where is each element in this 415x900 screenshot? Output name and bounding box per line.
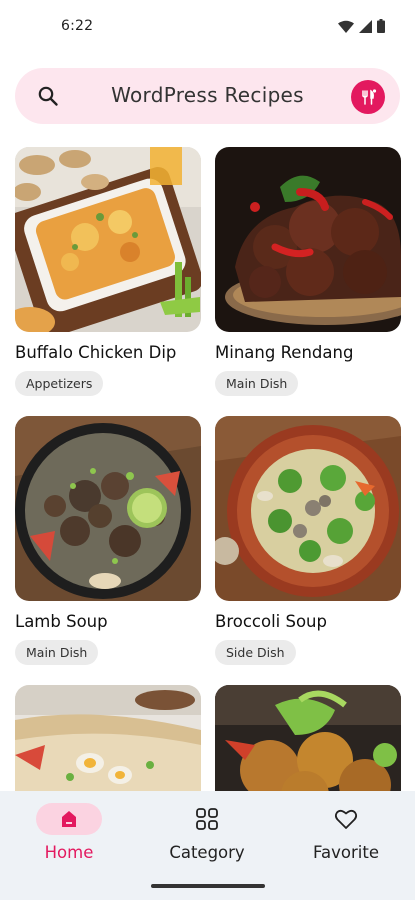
nav-label-favorite: Favorite	[313, 843, 379, 862]
nav-label-category: Category	[169, 843, 245, 862]
recipe-card-lamb-soup[interactable]: Lamb Soup Main Dish	[15, 416, 201, 665]
recipe-grid: Buffalo Chicken Dip Appetizers Minang Re…	[0, 0, 415, 900]
heart-icon	[334, 810, 358, 829]
recipe-category-tag[interactable]: Main Dish	[15, 640, 99, 665]
recipe-image[interactable]	[15, 416, 201, 601]
recipe-image[interactable]	[215, 147, 401, 332]
recipe-image[interactable]	[15, 147, 201, 332]
recipe-category-tag[interactable]: Appetizers	[15, 371, 104, 396]
recipe-name: Lamb Soup	[15, 612, 108, 631]
home-indicator[interactable]	[151, 884, 265, 888]
recipe-category-tag[interactable]: Main Dish	[215, 371, 299, 396]
recipe-name: Buffalo Chicken Dip	[15, 343, 177, 362]
nav-label-home: Home	[44, 843, 94, 862]
home-icon	[62, 811, 76, 827]
grid-icon	[196, 808, 218, 830]
nav-favorite-pill[interactable]	[313, 803, 379, 835]
nav-favorite[interactable]: Favorite	[286, 803, 406, 862]
nav-home-pill[interactable]	[36, 803, 102, 835]
nav-home[interactable]: Home	[9, 803, 129, 862]
recipe-name: Minang Rendang	[215, 343, 354, 362]
recipe-card-minang-rendang[interactable]: Minang Rendang Main Dish	[215, 147, 401, 396]
recipe-category-tag[interactable]: Side Dish	[215, 640, 296, 665]
recipe-image[interactable]	[215, 416, 401, 601]
recipe-card-buffalo-chicken-dip[interactable]: Buffalo Chicken Dip Appetizers	[15, 147, 201, 396]
nav-category[interactable]: Category	[147, 803, 267, 862]
recipe-card-broccoli-soup[interactable]: Broccoli Soup Side Dish	[215, 416, 401, 665]
nav-category-pill[interactable]	[174, 803, 240, 835]
recipe-name: Broccoli Soup	[215, 612, 327, 631]
